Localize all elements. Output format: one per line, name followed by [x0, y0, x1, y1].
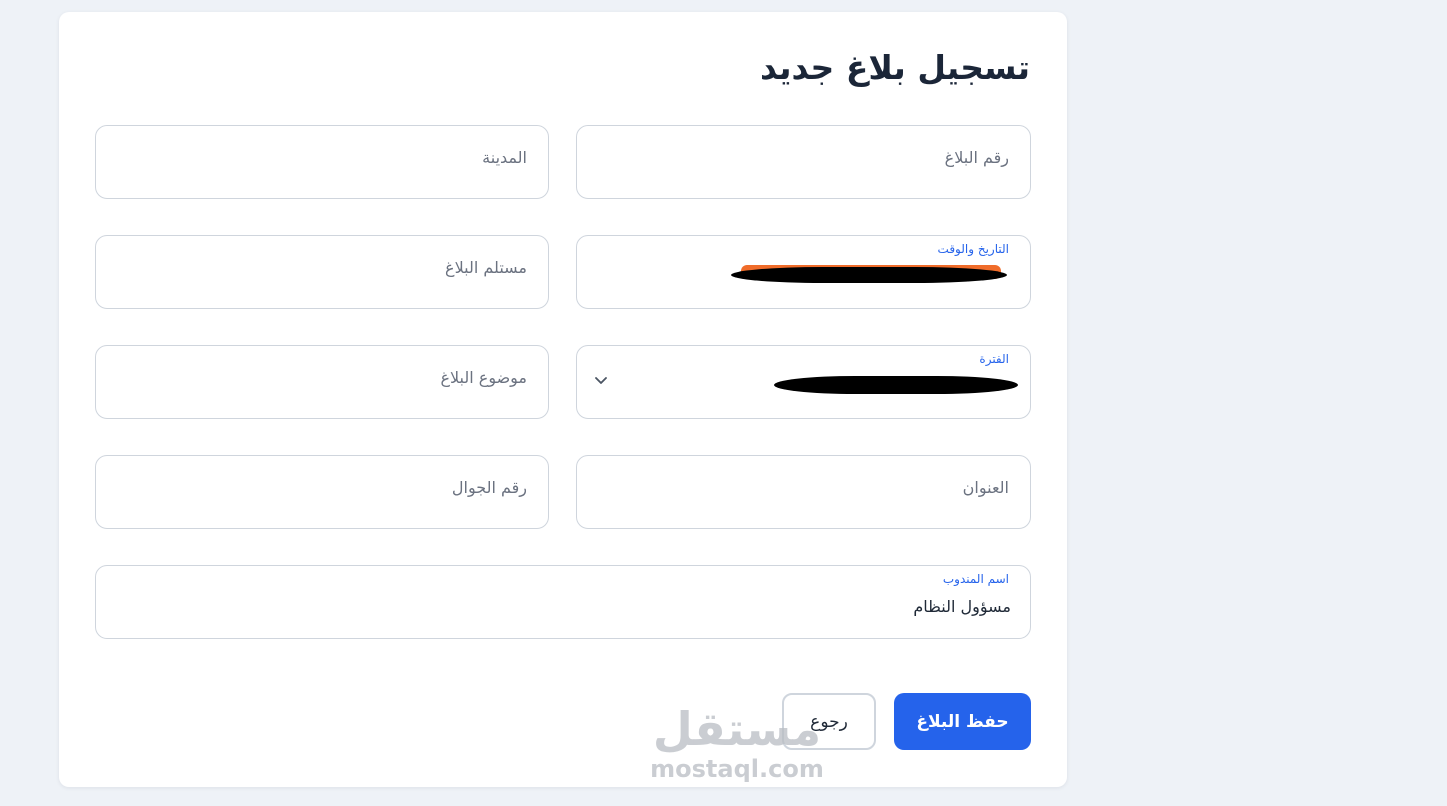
back-button[interactable]: رجوع — [782, 693, 876, 750]
period-select[interactable]: الفترة — [576, 345, 1031, 419]
city-field[interactable]: المدينة — [95, 125, 549, 199]
mobile-placeholder: رقم الجوال — [451, 478, 527, 497]
receiver-placeholder: مستلم البلاغ — [445, 258, 527, 277]
report-number-placeholder: رقم البلاغ — [944, 148, 1009, 167]
city-placeholder: المدينة — [482, 148, 527, 167]
subject-placeholder: موضوع البلاغ — [440, 368, 527, 387]
save-report-button[interactable]: حفظ البلاغ — [894, 693, 1031, 750]
mobile-field[interactable]: رقم الجوال — [95, 455, 549, 529]
report-form-card: تسجيل بلاغ جديد رقم البلاغ المدينة التار… — [59, 12, 1067, 787]
page-title: تسجيل بلاغ جديد — [760, 48, 1030, 87]
agent-name-field[interactable]: اسم المندوب مسؤول النظام — [95, 565, 1031, 639]
agent-name-value: مسؤول النظام — [913, 597, 1011, 616]
address-placeholder: العنوان — [962, 478, 1009, 497]
datetime-field[interactable]: التاريخ والوقت — [576, 235, 1031, 309]
agent-name-label: اسم المندوب — [942, 572, 1009, 586]
watermark-url: mostaql.com — [650, 755, 824, 784]
period-label: الفترة — [979, 352, 1009, 366]
address-field[interactable]: العنوان — [576, 455, 1031, 529]
chevron-down-icon[interactable] — [593, 372, 609, 388]
datetime-label: التاريخ والوقت — [937, 242, 1009, 256]
receiver-field[interactable]: مستلم البلاغ — [95, 235, 549, 309]
report-number-field[interactable]: رقم البلاغ — [576, 125, 1031, 199]
subject-field[interactable]: موضوع البلاغ — [95, 345, 549, 419]
period-value-redacted — [774, 376, 1018, 394]
datetime-value-redacted — [731, 267, 1007, 283]
